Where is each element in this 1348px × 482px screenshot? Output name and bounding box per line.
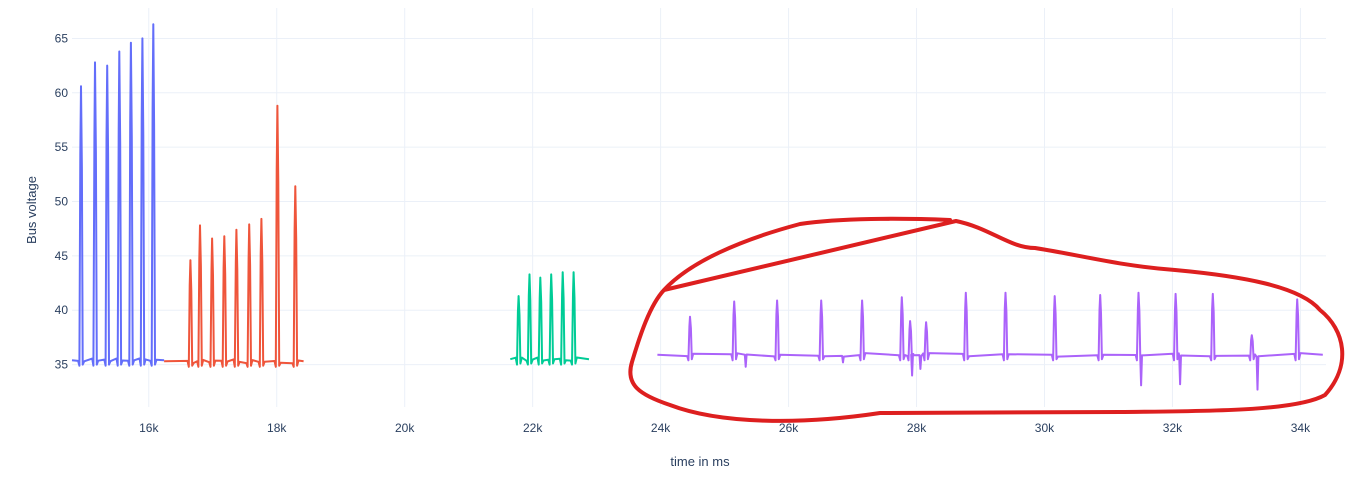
peak-point	[965, 292, 967, 294]
x-tick-label: 20k	[395, 421, 415, 435]
x-tick-label: 26k	[779, 421, 799, 435]
peak-point	[1212, 293, 1214, 295]
series-line-3	[510, 271, 590, 366]
x-tick-label: 22k	[523, 421, 543, 435]
peak-point	[248, 223, 250, 226]
x-tick-label: 34k	[1291, 421, 1311, 435]
peak-point	[130, 42, 132, 44]
y-tick-label: 65	[55, 31, 69, 45]
dip-point	[1140, 384, 1142, 387]
x-axis-title: time in ms	[670, 454, 730, 469]
peak-point	[901, 296, 903, 299]
x-tick-label: 32k	[1163, 421, 1183, 435]
peak-point	[539, 276, 542, 279]
peak-point	[925, 321, 927, 324]
x-tick-label: 16k	[139, 421, 159, 435]
dip-point	[744, 366, 747, 368]
peak-point	[260, 218, 263, 220]
peak-point	[861, 299, 863, 302]
peak-point	[94, 61, 96, 64]
dip-point	[1179, 383, 1181, 386]
peak-point	[80, 85, 82, 88]
peak-point	[1251, 334, 1253, 337]
x-tick-label: 24k	[651, 421, 671, 435]
peak-point	[1174, 293, 1177, 295]
x-tick-label: 28k	[907, 421, 927, 435]
peak-point	[528, 273, 531, 276]
peak-point	[276, 105, 279, 107]
peak-point	[517, 295, 520, 297]
y-tick-label: 40	[55, 303, 69, 317]
peak-point	[118, 50, 121, 53]
peak-point	[689, 316, 691, 318]
peak-point	[550, 273, 552, 276]
series-line-4	[657, 291, 1323, 391]
y-tick-label: 35	[55, 358, 69, 372]
dip-point	[842, 361, 844, 364]
y-axis-title: Bus voltage	[24, 176, 39, 244]
peak-point	[1099, 294, 1101, 296]
peak-point	[152, 23, 155, 26]
red-circle-annotation	[628, 216, 1345, 423]
dip-point	[1256, 388, 1259, 391]
peak-point	[211, 237, 213, 240]
y-tick-label: 60	[55, 86, 69, 100]
peak-point	[820, 299, 822, 302]
peak-point	[733, 300, 735, 303]
peak-point	[561, 271, 564, 274]
y-tick-label: 50	[55, 195, 69, 209]
dip-point	[911, 374, 913, 377]
x-tick-label: 30k	[1035, 421, 1055, 435]
peak-point	[1296, 298, 1298, 301]
series-line-1	[71, 23, 165, 367]
dip-point	[919, 368, 922, 370]
peak-point	[909, 320, 911, 322]
peak-point	[189, 259, 192, 262]
peak-point	[572, 271, 575, 274]
x-tick-label: 18k	[267, 421, 287, 435]
tick-labels: 16k 18k 20k 22k 24k 26k 28k 30k 32k 34k 35 40 45 50 55…	[55, 31, 1311, 435]
series-lines	[71, 23, 1323, 391]
peak-point	[776, 299, 778, 302]
line-chart: 16k 18k 20k 22k 24k 26k 28k 30k 32k 34k 35 40 45 50 55…	[24, 8, 1345, 469]
peak-point	[141, 37, 144, 40]
series-line-2	[164, 104, 304, 368]
peak-point	[1137, 292, 1140, 294]
peak-point	[1004, 292, 1007, 294]
peak-point	[106, 64, 108, 67]
peak-point	[223, 235, 226, 238]
y-tick-label: 55	[55, 140, 69, 154]
y-tick-label: 45	[55, 249, 69, 263]
peak-point	[199, 224, 201, 227]
peak-point	[1053, 295, 1056, 297]
peak-point	[294, 185, 297, 188]
peak-point	[235, 229, 238, 231]
